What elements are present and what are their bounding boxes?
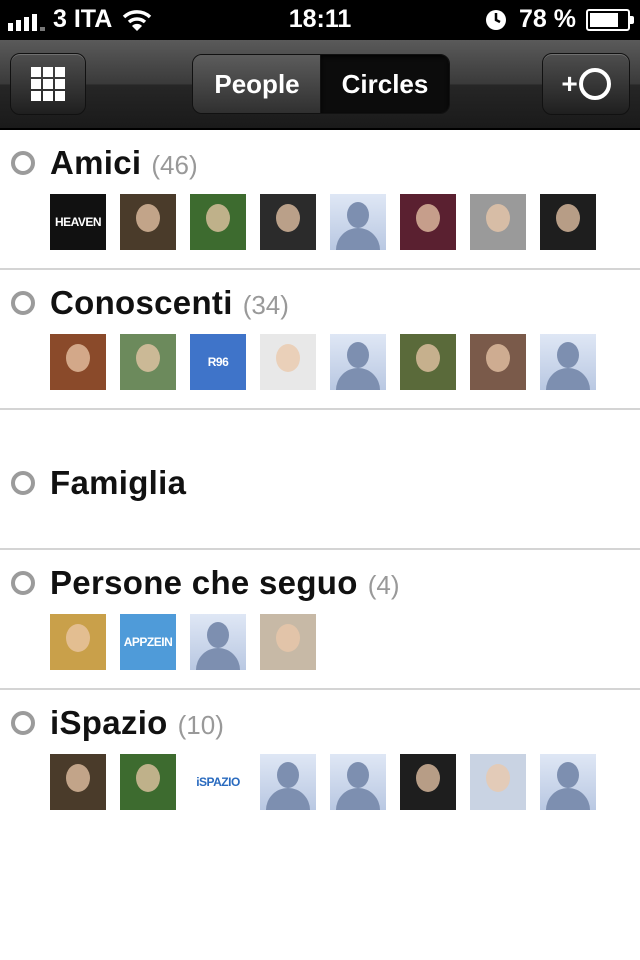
avatar[interactable] (400, 194, 456, 250)
circle-member-count: (34) (242, 290, 289, 320)
alarm-clock-icon (486, 9, 507, 30)
avatar[interactable] (470, 194, 526, 250)
avatar[interactable] (400, 334, 456, 390)
avatar-label: HEAVEN (54, 215, 102, 229)
avatar[interactable] (470, 754, 526, 810)
grid-icon (31, 67, 65, 101)
circle-name: Persone che seguo (50, 564, 358, 601)
default-avatar[interactable] (330, 194, 386, 250)
battery-icon (586, 8, 634, 31)
circle-member-count: (4) (367, 570, 400, 600)
avatar[interactable] (120, 334, 176, 390)
nav-bar: People Circles + (0, 40, 640, 130)
avatar-row: APPZEIN (50, 614, 330, 670)
circle-name: Conoscenti (50, 284, 233, 321)
circle-select-radio-icon[interactable] (11, 151, 35, 175)
status-right: 78 % (485, 5, 634, 34)
battery-percentage: 78 % (519, 5, 576, 33)
add-circle-button[interactable]: + (542, 53, 630, 115)
circle-member-count: (10) (177, 710, 224, 740)
circle-title: Famiglia (50, 464, 186, 502)
circle-title: Amici (46) (50, 144, 198, 182)
menu-grid-button[interactable] (10, 53, 86, 115)
avatar[interactable] (190, 194, 246, 250)
circle-title: Conoscenti (34) (50, 284, 289, 322)
default-avatar[interactable] (260, 754, 316, 810)
tab-circles[interactable]: Circles (321, 55, 449, 113)
tab-people[interactable]: People (193, 55, 321, 113)
circle-name: Famiglia (50, 464, 187, 501)
avatar[interactable] (260, 194, 316, 250)
circle-title: iSpazio (10) (50, 704, 224, 742)
avatar-row: HEAVEN (50, 194, 610, 250)
circle-row[interactable]: Famiglia (0, 410, 640, 550)
avatar[interactable] (470, 334, 526, 390)
circle-name: iSpazio (50, 704, 168, 741)
circle-row[interactable]: Amici (46) HEAVEN (0, 130, 640, 270)
avatar[interactable] (50, 614, 106, 670)
default-avatar[interactable] (540, 334, 596, 390)
circle-member-count: (46) (151, 150, 198, 180)
battery-fill (590, 12, 619, 27)
default-avatar[interactable] (330, 334, 386, 390)
avatar[interactable]: iSPAZIO (190, 754, 246, 810)
people-circles-segmented-control: People Circles (192, 54, 450, 114)
circle-row[interactable]: Persone che seguo (4) APPZEIN (0, 550, 640, 690)
avatar-label: iSPAZIO (196, 775, 240, 789)
avatar[interactable] (540, 194, 596, 250)
avatar-label: R96 (207, 355, 229, 369)
avatar[interactable] (50, 754, 106, 810)
status-bar: 3 ITA 18:11 78 % (0, 0, 640, 40)
avatar[interactable] (120, 754, 176, 810)
avatar-label: APPZEIN (123, 635, 173, 649)
default-avatar[interactable] (190, 614, 246, 670)
circle-select-radio-icon[interactable] (11, 711, 35, 735)
avatar[interactable] (260, 334, 316, 390)
circle-list: Amici (46) HEAVEN Conoscenti (34) R96 Famiglia… (0, 130, 640, 828)
add-circle-icon: + (561, 68, 611, 100)
avatar[interactable]: HEAVEN (50, 194, 106, 250)
avatar-row: R96 (50, 334, 610, 390)
avatar[interactable] (50, 334, 106, 390)
default-avatar[interactable] (540, 754, 596, 810)
circle-select-radio-icon[interactable] (11, 291, 35, 315)
circle-row[interactable]: Conoscenti (34) R96 (0, 270, 640, 410)
avatar[interactable]: R96 (190, 334, 246, 390)
circle-select-radio-icon[interactable] (11, 471, 35, 495)
default-avatar[interactable] (330, 754, 386, 810)
circle-select-radio-icon[interactable] (11, 571, 35, 595)
circle-row[interactable]: iSpazio (10) iSPAZIO (0, 690, 640, 828)
avatar[interactable] (120, 194, 176, 250)
avatar-row: iSPAZIO (50, 754, 610, 810)
avatar[interactable]: APPZEIN (120, 614, 176, 670)
avatar[interactable] (260, 614, 316, 670)
circle-name: Amici (50, 144, 142, 181)
avatar[interactable] (400, 754, 456, 810)
circle-title: Persone che seguo (4) (50, 564, 400, 602)
